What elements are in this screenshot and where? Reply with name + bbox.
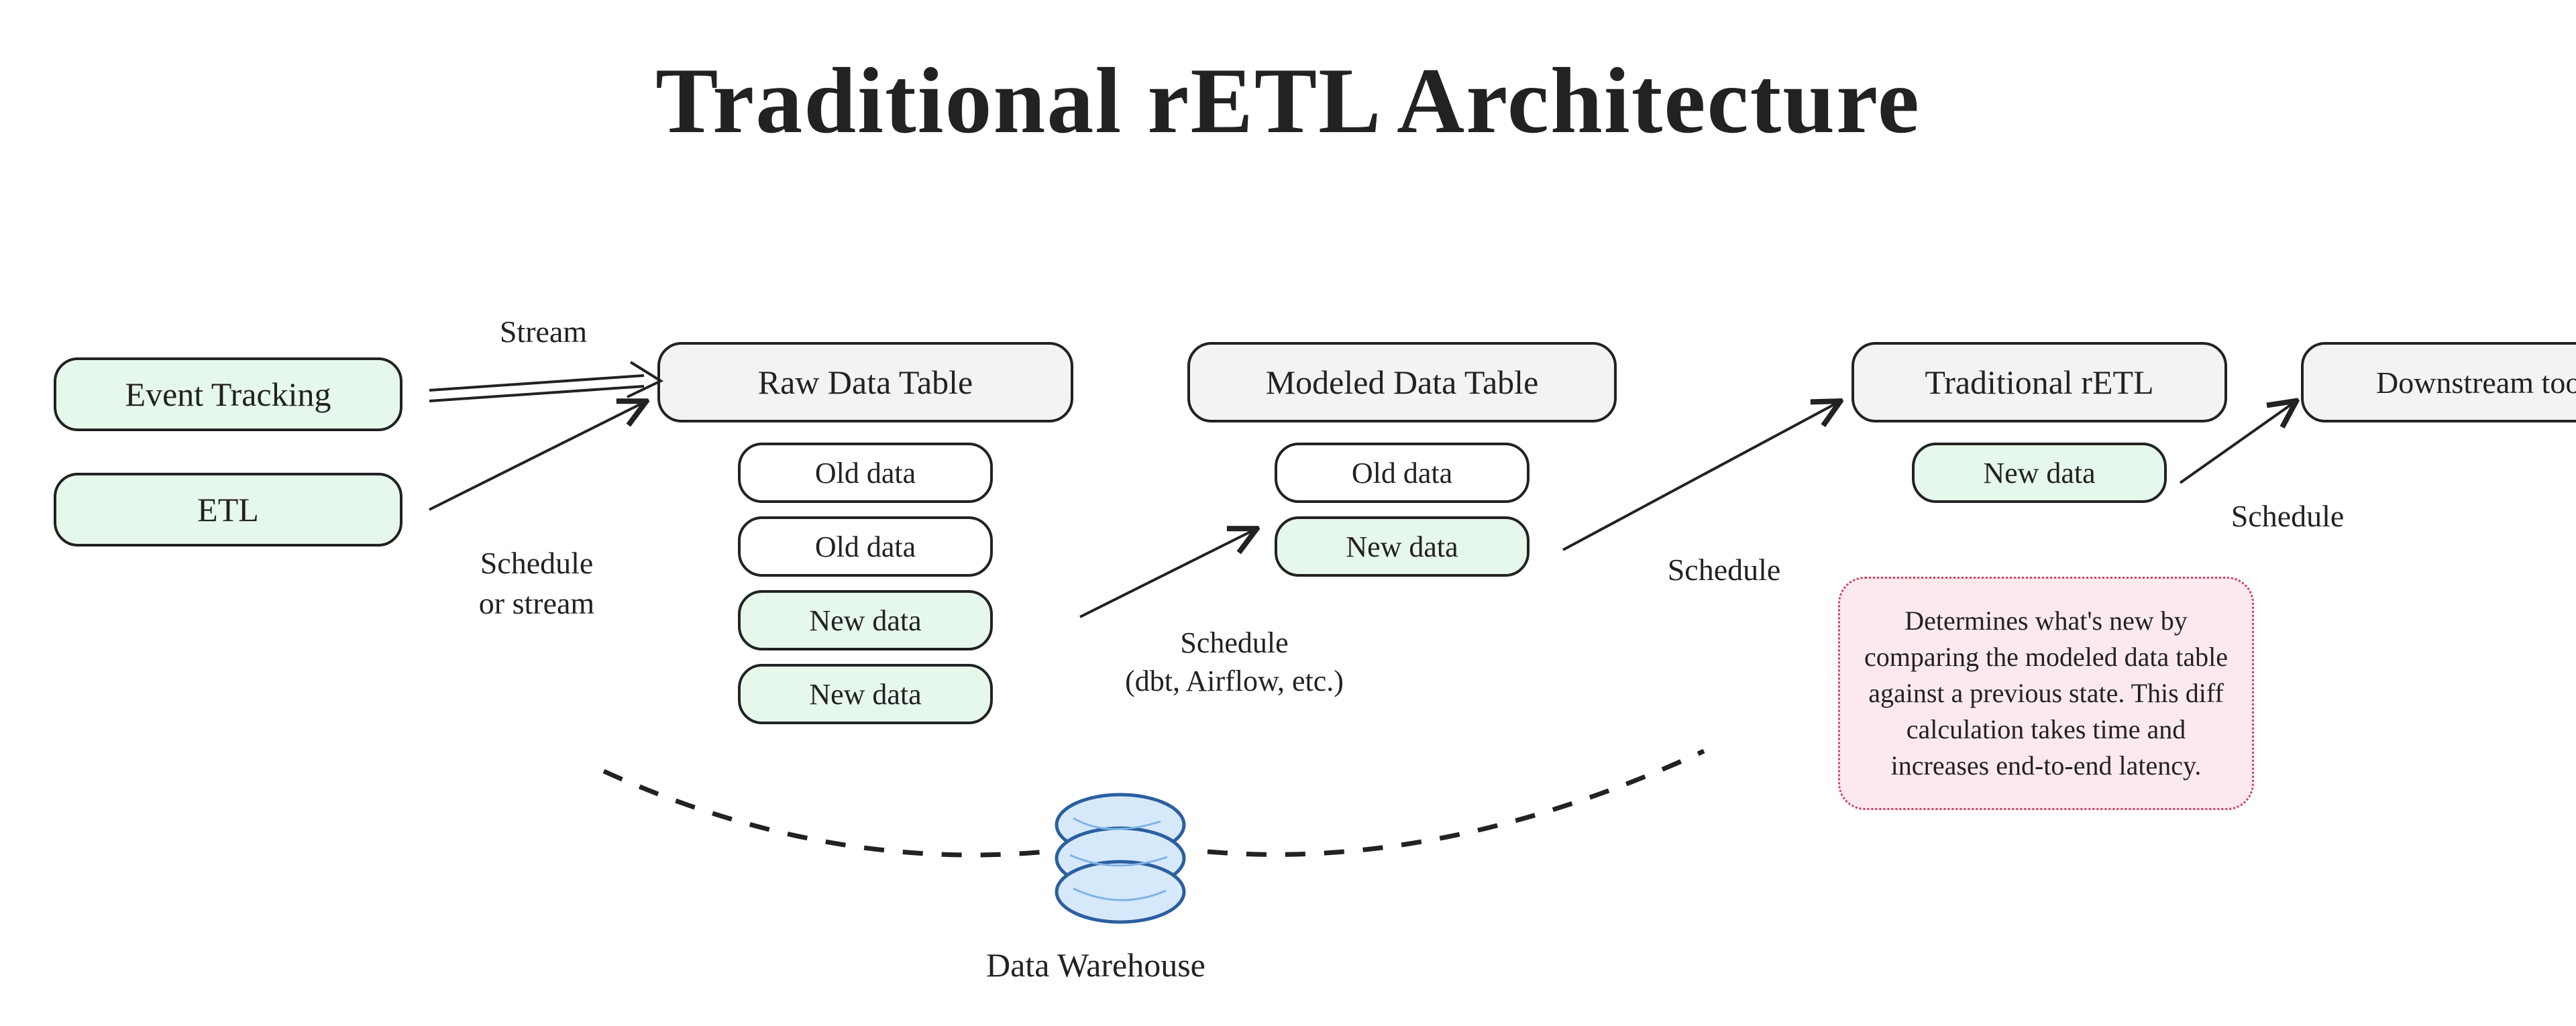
node-raw-data-table: Raw Data Table: [657, 342, 1073, 422]
edge-label-schedule-or-stream: Schedule or stream: [429, 543, 644, 624]
edge-label-schedule-1: Schedule: [1637, 550, 1811, 590]
node-event-tracking: Event Tracking: [54, 357, 402, 431]
node-traditional-retl: Traditional rETL: [1851, 342, 2227, 422]
edge-label-schedule-dbt: Schedule (dbt, Airflow, etc.): [1080, 624, 1389, 700]
raw-row-4: New data: [738, 664, 993, 724]
modeled-row-1: Old data: [1275, 443, 1529, 503]
node-etl: ETL: [54, 473, 402, 547]
arrow-modeled-to-retl: [1563, 402, 1838, 550]
data-warehouse-icon: [1057, 795, 1184, 922]
warehouse-boundary: [604, 751, 1704, 855]
modeled-row-2: New data: [1275, 516, 1529, 577]
arrow-etl-to-raw: [429, 402, 644, 510]
edge-label-stream: Stream: [456, 312, 631, 352]
node-downstream-tools-real: Downstream tools: [2301, 342, 2576, 422]
diagram-title: Traditional rETL Architecture: [0, 47, 2576, 155]
node-modeled-data-table: Modeled Data Table: [1187, 342, 1617, 422]
arrow-raw-to-modeled: [1080, 530, 1254, 617]
label-data-warehouse: Data Warehouse: [986, 946, 1205, 984]
raw-row-1: Old data: [738, 443, 993, 503]
arrow-event-to-raw: [429, 362, 661, 401]
edge-label-schedule-2: Schedule: [2200, 496, 2375, 536]
note-diff-calculation: Determines what's new by comparing the m…: [1838, 577, 2254, 810]
retl-row-1: New data: [1912, 443, 2167, 503]
raw-row-3: New data: [738, 590, 993, 650]
raw-row-2: Old data: [738, 516, 993, 577]
